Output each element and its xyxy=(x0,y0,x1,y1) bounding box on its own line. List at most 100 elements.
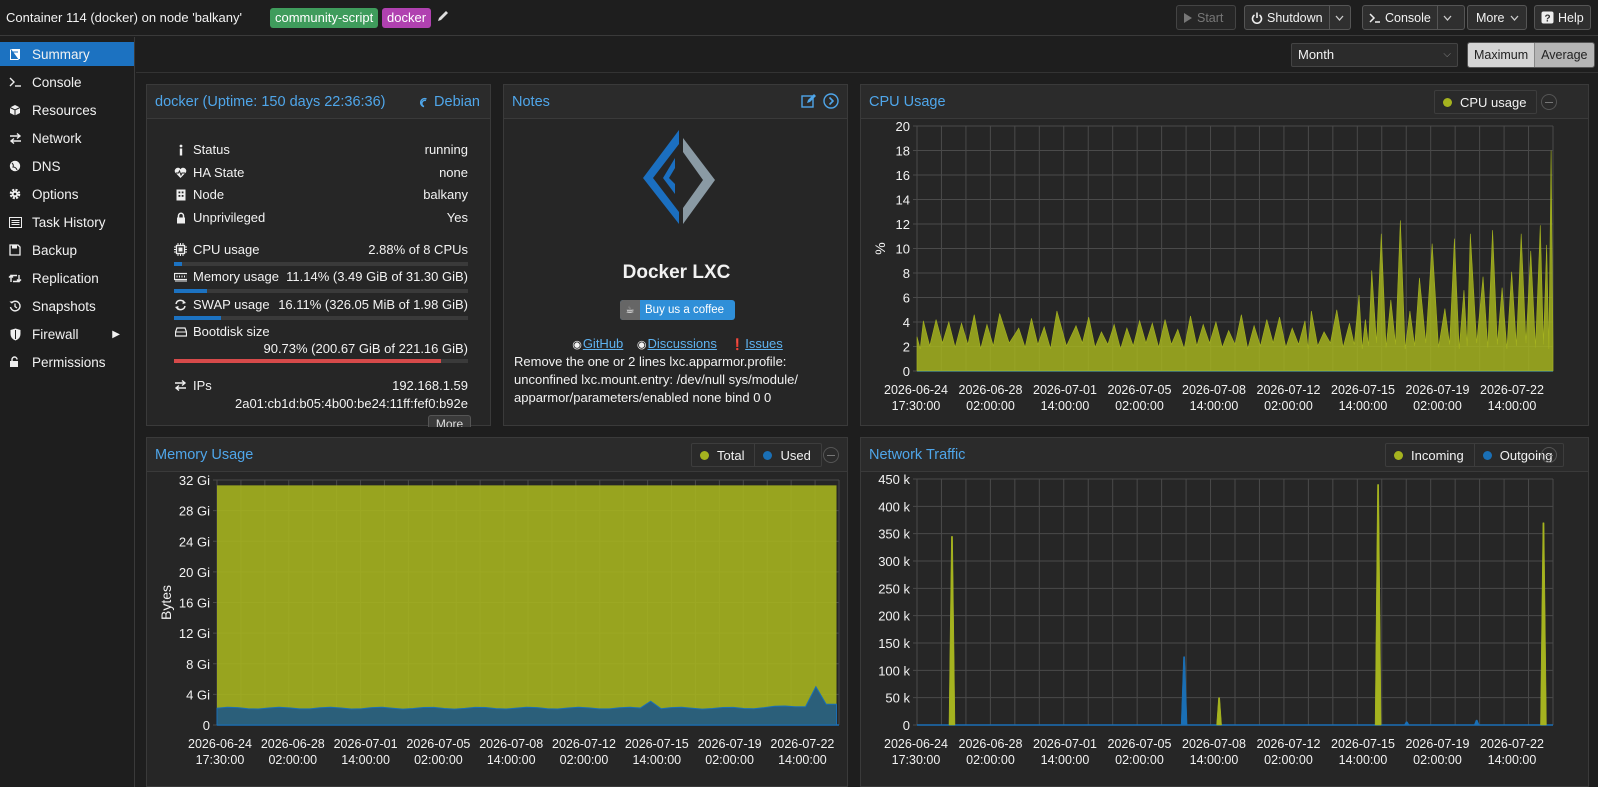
sidebar-item-summary[interactable]: Summary xyxy=(0,42,134,66)
console-button[interactable]: Console xyxy=(1362,5,1465,30)
shutdown-label: Shutdown xyxy=(1267,10,1323,25)
sidebar-item-snapshots[interactable]: Snapshots xyxy=(0,294,134,318)
bootdisk-value: 90.73% (200.67 GiB of 221.16 GiB) xyxy=(263,341,468,356)
y-axis-label: Bytes xyxy=(158,585,174,620)
sidebar-item-dns[interactable]: DNS xyxy=(0,154,134,178)
x-tick-label: 2026-07-01 xyxy=(1033,383,1097,397)
y-tick-label: 2 xyxy=(903,340,910,355)
buy-coffee-label: Buy us a coffee xyxy=(645,304,725,316)
shutdown-button[interactable]: Shutdown xyxy=(1244,5,1351,30)
power-icon xyxy=(1245,12,1263,24)
retweet-icon xyxy=(8,271,22,285)
y-tick-label: 16 Gi xyxy=(179,596,210,611)
node-value: balkany xyxy=(423,187,468,202)
more-label: More xyxy=(1476,10,1505,25)
sidebar-item-resources[interactable]: Resources xyxy=(0,98,134,122)
status-row: Status running xyxy=(174,142,468,160)
sidebar-item-label: DNS xyxy=(32,158,61,174)
legend-item-used[interactable]: Used xyxy=(754,444,820,466)
x-tick-label: 2026-07-01 xyxy=(334,737,398,751)
notes-links: ◉GitHub ◉Discussions ❗Issues xyxy=(504,336,849,351)
more-ips-button[interactable]: More xyxy=(428,415,471,427)
y-tick-label: 16 xyxy=(896,168,910,183)
x-tick-label: 2026-06-24 xyxy=(188,737,252,751)
gear-icon xyxy=(8,187,22,201)
x-tick-label: 2026-07-05 xyxy=(1108,737,1172,751)
x-tick-label: 14:00:00 xyxy=(1488,753,1537,767)
exchange-icon xyxy=(8,131,22,145)
sidebar-item-replication[interactable]: Replication xyxy=(0,266,134,290)
sidebar-item-label: Replication xyxy=(32,270,99,286)
sidebar-item-console[interactable]: Console xyxy=(0,70,134,94)
edit-notes-icon[interactable] xyxy=(801,93,817,112)
memory-value: 11.14% (3.49 GiB of 31.30 GiB) xyxy=(286,269,468,284)
help-button[interactable]: ? Help xyxy=(1534,5,1591,30)
ipv6-row: 2a01:cb1d:b05:4b00:be24:11ff:fef0:b92e xyxy=(174,396,468,414)
collapse-icon[interactable] xyxy=(1541,447,1557,463)
cpu-usage-panel: CPU Usage CPU usage 0 2 4 6 8 10 12 14 16 18 20 202… xyxy=(860,84,1589,426)
os-label: Debian xyxy=(417,94,480,110)
sidebar-item-permissions[interactable]: Permissions xyxy=(0,350,134,374)
timeframe-select[interactable]: Month ⌵ xyxy=(1291,43,1458,67)
y-tick-label: 100 k xyxy=(878,663,910,678)
maximum-button[interactable]: Maximum xyxy=(1468,43,1535,67)
legend-item-total[interactable]: Total xyxy=(692,444,754,466)
sidebar-item-network[interactable]: Network xyxy=(0,126,134,150)
tag-docker[interactable]: docker xyxy=(382,8,432,28)
issues-link[interactable]: Issues xyxy=(745,336,783,351)
y-tick-label: 250 k xyxy=(878,581,910,596)
bootdisk-progress-fill xyxy=(174,359,441,363)
y-tick-label: 18 xyxy=(896,144,910,159)
sidebar-item-task-history[interactable]: Task History xyxy=(0,210,134,234)
notes-heading: Docker LXC xyxy=(622,262,731,283)
chevron-down-icon[interactable] xyxy=(1328,6,1349,29)
memory-chart-title: Memory Usage xyxy=(155,447,254,463)
more-button[interactable]: More xyxy=(1467,5,1527,30)
x-tick-label: 02:00:00 xyxy=(1413,399,1462,413)
x-tick-label: 02:00:00 xyxy=(268,753,317,767)
legend-item-incoming[interactable]: Incoming xyxy=(1386,444,1474,466)
github-link[interactable]: GitHub xyxy=(583,336,623,351)
x-tick-label: 2026-07-05 xyxy=(406,737,470,751)
sidebar-item-firewall[interactable]: Firewall ▶ xyxy=(0,322,134,346)
x-tick-label: 14:00:00 xyxy=(1041,753,1090,767)
x-tick-label: 14:00:00 xyxy=(487,753,536,767)
start-button[interactable]: Start xyxy=(1176,5,1236,30)
buy-coffee-button[interactable]: ☕ Buy us a coffee xyxy=(620,300,735,320)
x-tick-label: 2026-07-05 xyxy=(1108,383,1172,397)
graph-toolbar: Month ⌵ Maximum Average xyxy=(136,37,1598,73)
x-tick-label: 2026-07-22 xyxy=(1480,737,1544,751)
cpu-legend: CPU usage xyxy=(1434,90,1538,114)
edit-tags-icon[interactable] xyxy=(436,9,450,26)
collapse-icon[interactable] xyxy=(823,447,839,463)
x-tick-label: 2026-07-12 xyxy=(1257,383,1321,397)
cpu-chart-title: CPU Usage xyxy=(869,94,946,110)
svg-text:?: ? xyxy=(1544,14,1550,25)
discussions-link[interactable]: Discussions xyxy=(648,336,717,351)
cpu-icon xyxy=(174,243,187,256)
unlock-icon xyxy=(8,355,22,369)
x-tick-label: 02:00:00 xyxy=(560,753,609,767)
legend-label: Total xyxy=(717,447,745,463)
coffee-icon: ☕ xyxy=(620,300,640,320)
x-tick-label: 17:30:00 xyxy=(196,753,245,767)
swap-row: SWAP usage 16.11% (326.05 MiB of 1.98 Gi… xyxy=(174,297,468,315)
sidebar-item-options[interactable]: Options xyxy=(0,182,134,206)
tag-community-script[interactable]: community-script xyxy=(270,8,379,28)
chevron-down-icon[interactable] xyxy=(1436,6,1457,29)
building-icon xyxy=(174,189,187,201)
y-tick-label: 12 Gi xyxy=(179,626,210,641)
average-button[interactable]: Average xyxy=(1534,43,1594,67)
y-tick-label: 4 Gi xyxy=(186,687,210,702)
network-legend: Incoming Outgoing xyxy=(1385,443,1564,467)
hdd-icon xyxy=(174,326,187,337)
legend-item-cpu[interactable]: CPU usage xyxy=(1435,91,1536,113)
expand-notes-icon[interactable] xyxy=(823,93,839,112)
status-title: docker (Uptime: 150 days 22:36:36) xyxy=(155,94,386,110)
notes-panel-header: Notes xyxy=(504,85,847,119)
collapse-icon[interactable] xyxy=(1541,94,1557,110)
x-tick-label: 14:00:00 xyxy=(1041,399,1090,413)
sidebar-item-backup[interactable]: Backup xyxy=(0,238,134,262)
x-tick-label: 02:00:00 xyxy=(1413,753,1462,767)
expand-arrow-icon[interactable]: ▶ xyxy=(112,329,120,340)
